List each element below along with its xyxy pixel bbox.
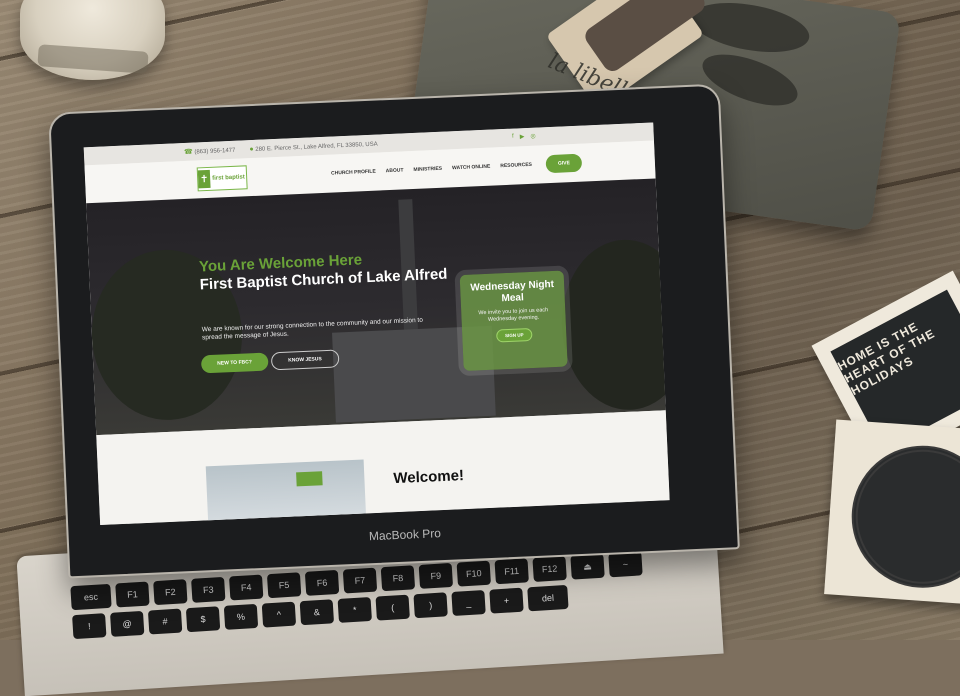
youtube-icon[interactable]: ▶: [520, 133, 525, 140]
site-phone[interactable]: (863) 956-1477: [194, 148, 235, 156]
keyboard-key[interactable]: F4: [229, 574, 264, 601]
keyboard-key[interactable]: _: [451, 589, 486, 616]
phone-icon: ☎: [183, 148, 193, 156]
keyboard-key[interactable]: &: [299, 599, 335, 626]
keyboard-key[interactable]: F3: [191, 576, 226, 603]
location-icon: ●: [249, 145, 254, 153]
keyboard-key[interactable]: F10: [456, 560, 491, 587]
keyboard-key[interactable]: F12: [532, 555, 567, 582]
keyboard-key[interactable]: (: [375, 594, 410, 621]
keyboard-key[interactable]: @: [109, 610, 145, 637]
menu-ministries[interactable]: MINISTRIES: [413, 166, 442, 173]
logo-text: first baptist: [212, 174, 245, 182]
laptop-screen: ☎ (863) 956-1477 ● 280 E. Pierce St., La…: [83, 122, 670, 526]
menu-resources[interactable]: RESOURCES: [500, 162, 532, 169]
keyboard-key[interactable]: ^: [261, 601, 297, 628]
menu-about[interactable]: ABOUT: [386, 167, 404, 174]
hero-section: You Are Welcome Here First Baptist Churc…: [86, 178, 670, 436]
site-address[interactable]: 280 E. Pierce St., Lake Alfred, FL 33850…: [255, 141, 378, 152]
keyboard-key[interactable]: ⏏: [570, 553, 605, 580]
main-menu: CHURCH PROFILE ABOUT MINISTRIES WATCH ON…: [331, 162, 532, 177]
card-title: Wednesday Night Meal: [470, 278, 555, 305]
give-button[interactable]: GIVE: [545, 153, 583, 174]
menu-church-profile[interactable]: CHURCH PROFILE: [331, 169, 376, 177]
coaster-ornate: [824, 419, 960, 606]
keyboard-key[interactable]: +: [489, 587, 524, 614]
keyboard-key[interactable]: F7: [342, 567, 378, 594]
keyboard-key[interactable]: ): [413, 592, 448, 619]
tree-right: [558, 237, 670, 413]
keyboard-key[interactable]: ~: [608, 551, 643, 578]
social-links: f ▶ ◎: [512, 133, 536, 141]
facebook-icon[interactable]: f: [512, 134, 514, 141]
keyboard-key[interactable]: del: [527, 584, 569, 612]
keyboard-key[interactable]: #: [147, 608, 183, 635]
laptop-brand: MacBook Pro: [368, 526, 442, 544]
keyboard-key[interactable]: F2: [153, 579, 188, 606]
keyboard-key[interactable]: !: [72, 613, 107, 640]
keyboard-key[interactable]: F9: [418, 562, 454, 589]
keyboard-key[interactable]: F1: [115, 581, 150, 608]
keyboard-key[interactable]: %: [223, 603, 259, 630]
keyboard-key[interactable]: F6: [304, 569, 340, 596]
wednesday-meal-card: Wednesday Night Meal We invite you to jo…: [459, 270, 568, 371]
know-jesus-button[interactable]: KNOW JESUS: [270, 349, 340, 371]
church-building-photo: [205, 459, 367, 526]
sign-up-button[interactable]: SIGN UP: [495, 327, 533, 343]
laptop-lid: ☎ (863) 956-1477 ● 280 E. Pierce St., La…: [48, 83, 740, 579]
keyboard-key[interactable]: F11: [494, 558, 529, 585]
keyboard-key[interactable]: esc: [70, 583, 112, 611]
keyboard-key[interactable]: F8: [380, 565, 416, 592]
keyboard-key[interactable]: $: [185, 606, 221, 633]
menu-watch-online[interactable]: WATCH ONLINE: [452, 164, 490, 172]
keyboard-key[interactable]: F5: [266, 572, 302, 599]
card-body: We invite you to join us each Wednesday …: [478, 307, 549, 323]
instagram-icon[interactable]: ◎: [530, 133, 536, 140]
welcome-heading: Welcome!: [393, 467, 465, 488]
cross-icon: ✝: [197, 169, 211, 189]
site-logo[interactable]: ✝ first baptist: [196, 165, 248, 192]
keyboard-key[interactable]: *: [337, 596, 372, 623]
new-to-fbc-button[interactable]: NEW TO FBC?: [200, 352, 269, 374]
